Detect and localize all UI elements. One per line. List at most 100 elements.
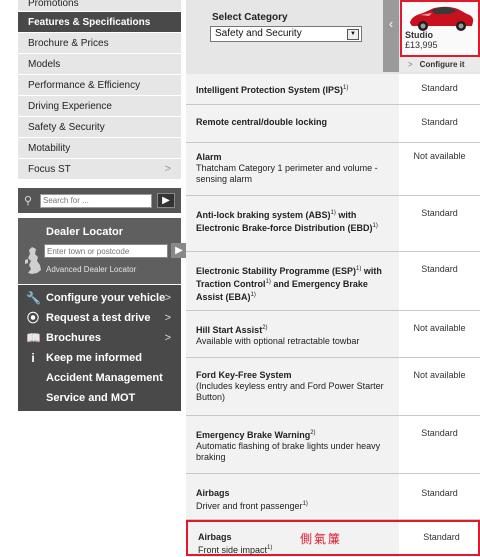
chevron-right-icon: > — [164, 163, 171, 175]
table-row: Intelligent Protection System (IPS)1) St… — [186, 74, 480, 105]
chevron-left-icon: ‹ — [388, 16, 394, 31]
configure-vehicle-link[interactable]: 🔧 Configure your vehicle > — [18, 288, 181, 308]
table-row-highlighted: Airbags Front side impact1) 側氣簾 Standard — [186, 520, 480, 556]
model-name: Studio — [405, 30, 433, 40]
nav-item-label: Promotions — [28, 0, 79, 9]
dealer-go-button[interactable]: ▶ — [171, 243, 187, 258]
table-row: Anti-lock braking system (ABS)1) with El… — [186, 196, 480, 252]
nav-item-promotions[interactable]: Promotions — [18, 0, 181, 12]
feature-value: Standard — [421, 117, 458, 127]
feature-value: Not available — [413, 323, 466, 333]
feature-desc: Driver and front passenger — [196, 501, 303, 511]
scroll-left-button[interactable]: ‹ — [383, 0, 399, 72]
chevron-right-icon: > — [408, 60, 413, 69]
nav-item-label: Motability — [28, 143, 71, 154]
feature-value: Standard — [421, 83, 458, 93]
feature-name: Hill Start Assist — [196, 325, 263, 335]
feature-value: Standard — [423, 532, 460, 542]
car-image — [410, 6, 474, 31]
feature-name: Airbags — [198, 532, 232, 542]
action-label: Request a test drive — [46, 312, 151, 324]
search-icon: ⚲ — [24, 195, 33, 207]
nav-item-focus-st[interactable]: Focus ST > — [18, 159, 181, 180]
table-row: Airbags Driver and front passenger1) Stan… — [186, 474, 480, 520]
request-test-drive-link[interactable]: ⦿ Request a test drive > — [18, 308, 181, 328]
nav-item-features-specifications[interactable]: Features & Specifications — [18, 12, 181, 33]
nav-item-label: Performance & Efficiency — [28, 80, 141, 91]
section-nav: Promotions Features & Specifications Bro… — [18, 0, 181, 180]
nav-item-label: Focus ST — [28, 164, 71, 175]
feature-name: Ford Key-Free System — [196, 370, 292, 380]
keep-me-informed-link[interactable]: i Keep me informed — [18, 348, 181, 368]
feature-name: Electronic Stability Programme (ESP) — [196, 266, 357, 276]
action-label: Configure your vehicle — [46, 292, 166, 304]
handwritten-annotation: 側氣簾 — [300, 532, 343, 546]
left-sidebar: Promotions Features & Specifications Bro… — [0, 0, 187, 557]
book-icon: 📖 — [26, 331, 41, 345]
table-row: Alarm Thatcham Category 1 perimeter and v… — [186, 143, 480, 196]
dropdown-arrow-icon: ▼ — [347, 29, 359, 40]
feature-desc: Thatcham Category 1 perimeter and volume… — [196, 163, 378, 184]
configure-it-label: Configure it — [419, 60, 465, 69]
spec-comparison: Select Category Safety and Security ▼ ‹ … — [186, 0, 480, 557]
category-select-value: Safety and Security — [215, 28, 302, 39]
nav-item-label: Driving Experience — [28, 101, 112, 112]
feature-name: Emergency Brake Warning — [196, 430, 311, 440]
nav-item-label: Brochure & Prices — [28, 38, 109, 49]
feature-desc: (Includes keyless entry and Ford Power S… — [196, 381, 384, 402]
model-price: £13,995 — [405, 40, 438, 50]
feature-value: Not available — [413, 370, 466, 380]
nav-item-label: Models — [28, 59, 61, 70]
nav-item-driving-experience[interactable]: Driving Experience — [18, 96, 181, 117]
search-go-button[interactable]: ▶ — [157, 193, 175, 208]
feature-name: Anti-lock braking system (ABS) — [196, 210, 331, 220]
table-row: Emergency Brake Warning2) Automatic flash… — [186, 416, 480, 474]
dealer-locator-title: Dealer Locator — [46, 226, 124, 238]
spec-header: Select Category Safety and Security ▼ ‹ … — [186, 0, 480, 74]
feature-table: Intelligent Protection System (IPS)1) St… — [186, 74, 480, 556]
nav-item-models[interactable]: Models — [18, 54, 181, 75]
nav-item-label: Safety & Security — [28, 122, 105, 133]
nav-item-safety-security[interactable]: Safety & Security — [18, 117, 181, 138]
action-label: Brochures — [46, 332, 102, 344]
advanced-dealer-locator-link[interactable]: Advanced Dealer Locator — [46, 265, 136, 274]
table-row: Hill Start Assist2) Available with option… — [186, 311, 480, 358]
feature-name: Alarm — [196, 152, 222, 162]
uk-map-icon — [25, 247, 41, 274]
table-row: Ford Key-Free System (Includes keyless en… — [186, 358, 480, 416]
site-search: ⚲ ▶ — [18, 188, 181, 213]
feature-name: Airbags — [196, 488, 230, 498]
table-row: Electronic Stability Programme (ESP)1) w… — [186, 252, 480, 311]
nav-item-label: Features & Specifications — [28, 17, 151, 28]
feature-name: Remote central/double locking — [196, 117, 328, 127]
configure-it-button[interactable]: > Configure it — [400, 57, 480, 72]
dealer-locator: Dealer Locator ▶ Advanced Dealer Locator — [18, 218, 187, 284]
feature-value: Standard — [421, 208, 458, 218]
feature-desc: Automatic flashing of brake lights under… — [196, 441, 381, 462]
feature-name: Intelligent Protection System (IPS) — [196, 85, 344, 95]
info-icon: i — [31, 351, 35, 365]
chevron-right-icon: > — [164, 292, 171, 304]
feature-value: Standard — [421, 264, 458, 274]
postcode-input[interactable] — [44, 244, 168, 258]
action-label: Keep me informed — [46, 352, 142, 364]
category-select[interactable]: Safety and Security ▼ — [210, 26, 362, 42]
chevron-right-icon: > — [164, 312, 171, 324]
wrench-icon: 🔧 — [26, 291, 41, 305]
feature-value: Standard — [421, 428, 458, 438]
nav-item-motability[interactable]: Motability — [18, 138, 181, 159]
search-input[interactable] — [40, 193, 152, 208]
nav-item-brochure-prices[interactable]: Brochure & Prices — [18, 33, 181, 54]
chevron-right-icon: > — [164, 332, 171, 344]
model-card[interactable]: Studio £13,995 — [400, 0, 480, 57]
feature-desc: Front side impact — [198, 545, 268, 555]
table-row: Remote central/double locking Standard — [186, 105, 480, 143]
nav-item-performance-efficiency[interactable]: Performance & Efficiency — [18, 75, 181, 96]
brochures-link[interactable]: 📖 Brochures > — [18, 328, 181, 348]
quick-actions: 🔧 Configure your vehicle > ⦿ Request a t… — [18, 285, 181, 424]
select-category-label: Select Category — [212, 12, 288, 23]
steering-wheel-icon: ⦿ — [26, 311, 39, 325]
accident-management-link[interactable]: Accident Management — [18, 368, 181, 388]
feature-value: Not available — [413, 151, 466, 161]
service-mot-booking-link[interactable]: Service and MOT Booking — [18, 388, 181, 424]
